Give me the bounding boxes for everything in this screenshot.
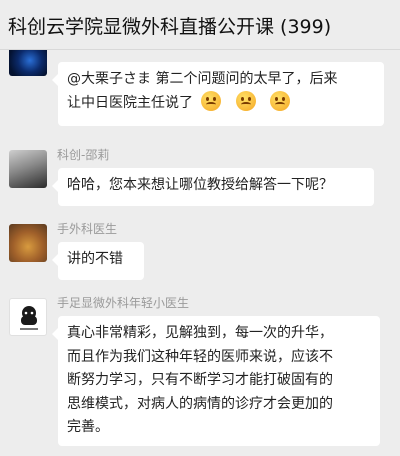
sad-face-emoji-icon: [235, 91, 256, 111]
header-divider: [0, 49, 400, 50]
avatar[interactable]: [9, 224, 47, 262]
avatar[interactable]: [9, 150, 47, 188]
message-text-line: 思维模式，对病人的病情的诊疗才会更加的: [67, 395, 333, 412]
message-text-line: 让中日医院主任说了: [67, 95, 193, 111]
group-chat-title: 科创云学院显微外科直播公开课 (399): [8, 16, 332, 38]
sad-face-emoji-icon: [201, 91, 222, 111]
message-text-line: @大栗子さま 第二个问题问的太早了，后来: [67, 71, 338, 87]
avatar[interactable]: [9, 298, 47, 336]
sender-name: 手外科医生: [57, 222, 118, 236]
message-text: 哈哈，您本来想让哪位教授给解答一下呢？: [67, 177, 333, 193]
avatar[interactable]: [9, 50, 47, 76]
sad-face-emoji-icon: [270, 91, 291, 111]
message-text-line: 真心非常精彩，见解独到，每一次的升华，: [67, 325, 333, 341]
chat-header: 科创云学院显微外科直播公开课 (399): [0, 0, 400, 50]
message-text-line: 断努力学习，只有不断学习才能打破固有的: [67, 372, 333, 388]
message-bubble[interactable]: @大栗子さま 第二个问题问的太早了，后来 让中日医院主任说了: [52, 62, 384, 126]
message-bubble[interactable]: 真心非常精彩，见解独到，每一次的升华， 而且作为我们这种年轻的医师来说，应该不 …: [52, 316, 380, 446]
message-text-line: 而且作为我们这种年轻的医师来说，应该不: [67, 348, 333, 365]
message-text: 讲的不错: [67, 251, 123, 267]
bearded-face-icon: [20, 306, 38, 330]
sender-name: 手足显微外科年轻小医生: [57, 296, 190, 310]
message-text-line: 完善。: [67, 419, 109, 435]
message-bubble[interactable]: 哈哈，您本来想让哪位教授给解答一下呢？: [52, 168, 374, 206]
sender-name: 科创-邵莉: [57, 148, 110, 162]
message-bubble[interactable]: 讲的不错: [52, 242, 144, 280]
